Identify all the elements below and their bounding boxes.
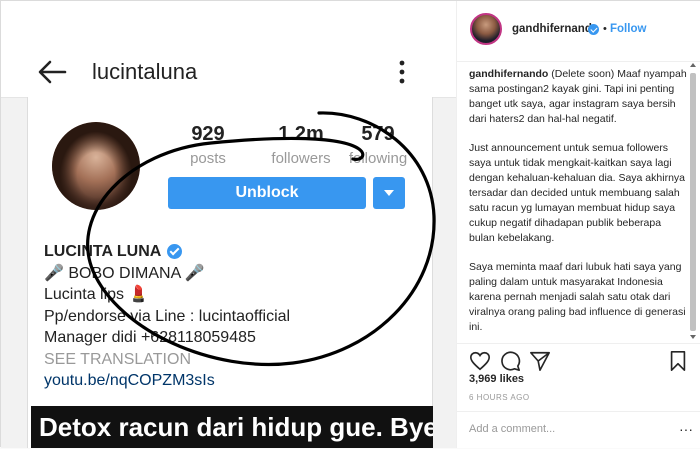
bio-website-link[interactable]: youtu.be/nqCOPZM3sIs bbox=[44, 370, 434, 392]
caption-paragraph: gandhifernando (Delete soon) Maaf nyampa… bbox=[469, 67, 687, 127]
profile-bio: LUCINTA LUNA 🎤 BOBO DIMANA 🎤 Lucinta lip… bbox=[44, 241, 434, 392]
caption-author[interactable]: gandhifernando bbox=[469, 68, 548, 80]
see-translation-link[interactable]: SEE TRANSLATION bbox=[44, 349, 434, 371]
bio-line: Pp/endorse via Line : lucintaofficial bbox=[44, 307, 291, 325]
header-username: lucintaluna bbox=[92, 59, 198, 84]
more-options-icon[interactable] bbox=[397, 59, 407, 85]
suggestions-dropdown-button[interactable] bbox=[373, 177, 405, 209]
post-sidebar: gandhifernando • Follow gandhifernando (… bbox=[456, 1, 700, 448]
author-username[interactable]: gandhifernando bbox=[512, 23, 599, 35]
stat-following: 579 following bbox=[343, 123, 413, 167]
post-image[interactable]: lucintaluna 929 posts 1.2m followers 579… bbox=[1, 1, 456, 448]
profile-card: 929 posts 1.2m followers 579 following U… bbox=[27, 97, 433, 448]
back-arrow-icon[interactable] bbox=[37, 59, 67, 85]
like-count[interactable]: 3,969 likes bbox=[469, 373, 524, 385]
unblock-button[interactable]: Unblock bbox=[168, 177, 366, 209]
scroll-up-icon[interactable] bbox=[690, 63, 696, 67]
caption-overlay: Detox racun dari hidup gue. Bye bbox=[31, 406, 433, 448]
add-comment-input[interactable]: Add a comment... bbox=[469, 423, 555, 435]
caption-paragraph: Saya meminta maaf dari lubuk hati saya y… bbox=[469, 261, 686, 333]
stat-following-label: following bbox=[348, 150, 408, 167]
stat-followers-count: 1.2m bbox=[278, 123, 324, 145]
chevron-down-icon bbox=[384, 190, 394, 196]
heart-icon[interactable] bbox=[469, 350, 491, 372]
post-actions bbox=[457, 343, 700, 376]
more-options-icon[interactable]: ··· bbox=[679, 421, 693, 437]
verified-badge-icon bbox=[167, 244, 183, 260]
bio-line: Manager didi +628118059485 bbox=[44, 329, 256, 346]
separator-dot: • bbox=[603, 23, 607, 35]
profile-name: LUCINTA LUNA bbox=[44, 243, 162, 260]
profile-name-row: LUCINTA LUNA bbox=[44, 241, 434, 263]
bookmark-icon[interactable] bbox=[667, 350, 689, 372]
follow-button[interactable]: Follow bbox=[610, 23, 646, 35]
stat-posts: 929 posts bbox=[178, 123, 238, 167]
author-avatar[interactable] bbox=[470, 13, 502, 45]
add-comment-bar: Add a comment... ··· bbox=[457, 411, 700, 449]
stat-followers-label: followers bbox=[271, 150, 331, 167]
profile-header: lucintaluna bbox=[1, 1, 456, 98]
stat-following-count: 579 bbox=[361, 123, 395, 145]
post-timestamp: 6 HOURS AGO bbox=[469, 393, 530, 402]
comment-icon[interactable] bbox=[499, 350, 521, 372]
post-header: gandhifernando • Follow bbox=[457, 1, 700, 62]
profile-avatar bbox=[52, 122, 140, 210]
stat-posts-count: 929 bbox=[191, 123, 225, 145]
caption-area[interactable]: gandhifernando (Delete soon) Maaf nyampa… bbox=[469, 67, 687, 339]
stat-posts-label: posts bbox=[190, 150, 226, 167]
scroll-thumb[interactable] bbox=[690, 73, 696, 331]
caption-paragraph: Just announcement untuk semua followers … bbox=[469, 142, 685, 244]
bio-line: 🎤 BOBO DIMANA 🎤 bbox=[44, 264, 205, 282]
verified-badge-icon bbox=[588, 24, 599, 35]
scroll-down-icon[interactable] bbox=[690, 335, 696, 339]
share-icon[interactable] bbox=[529, 350, 551, 372]
bio-line: Lucinta lips 💄 bbox=[44, 286, 149, 303]
stat-followers: 1.2m followers bbox=[256, 123, 346, 167]
caption-scrollbar[interactable] bbox=[689, 63, 697, 343]
instagram-post-embed: lucintaluna 929 posts 1.2m followers 579… bbox=[0, 0, 700, 448]
